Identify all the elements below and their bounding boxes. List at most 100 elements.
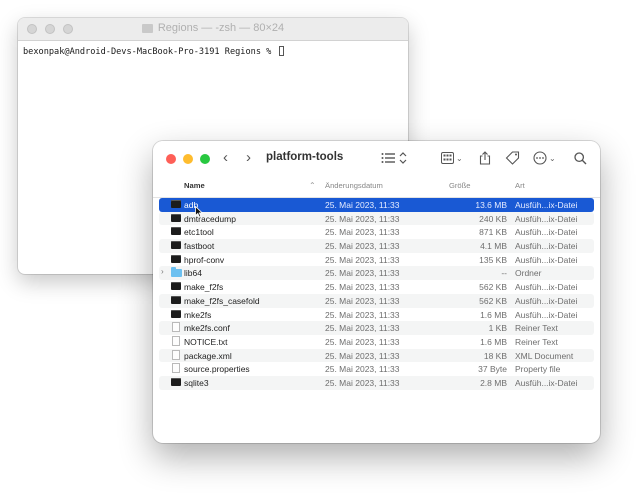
- finder-toolbar: ‹ › platform-tools ⌄ ⌄: [153, 141, 600, 175]
- file-list: adb 25. Mai 2023, 11:33 13.6 MB Ausfüh...ix…: [159, 198, 594, 390]
- file-date: 25. Mai 2023, 11:33: [325, 268, 400, 279]
- finder-window-controls: [166, 154, 210, 164]
- file-kind: Ausfüh...ix-Datei: [515, 213, 578, 224]
- close-button[interactable]: [166, 154, 176, 164]
- file-name: source.properties: [184, 364, 250, 375]
- group-button[interactable]: ⌄: [441, 149, 463, 167]
- folder-title: platform-tools: [266, 151, 344, 163]
- folder-icon: [141, 23, 153, 33]
- grid-view-icon: [441, 152, 454, 164]
- file-date: 25. Mai 2023, 11:33: [325, 336, 400, 347]
- file-row[interactable]: adb 25. Mai 2023, 11:33 13.6 MB Ausfüh...ix…: [159, 198, 594, 212]
- file-row[interactable]: etc1tool 25. Mai 2023, 11:33 871 KB Ausfüh.…: [159, 225, 594, 239]
- finder-window[interactable]: ‹ › platform-tools ⌄ ⌄ Name ⌃ Änderungsd…: [153, 141, 600, 443]
- document-icon: [171, 335, 180, 347]
- document-icon: [171, 363, 180, 374]
- file-date: 25. Mai 2023, 11:33: [325, 213, 400, 224]
- file-name: make_f2fs: [184, 282, 224, 293]
- document-icon: [171, 322, 180, 333]
- file-row[interactable]: mke2fs.conf 25. Mai 2023, 11:33 1 KB Reiner…: [159, 321, 594, 335]
- file-row[interactable]: make_f2fs 25. Mai 2023, 11:33 562 KB Ausfüh…: [159, 280, 594, 294]
- file-size: 135 KB: [479, 254, 507, 265]
- file-size: 562 KB: [479, 282, 507, 293]
- file-name: etc1tool: [184, 227, 214, 238]
- file-row[interactable]: make_f2fs_casefold 25. Mai 2023, 11:33 562…: [159, 293, 594, 308]
- file-name: dmtracedump: [184, 213, 236, 224]
- file-name: mke2fs.conf: [184, 323, 230, 334]
- column-header-date[interactable]: Änderungsdatum: [325, 181, 383, 190]
- view-options-button[interactable]: [381, 149, 407, 167]
- file-row[interactable]: sqlite3 25. Mai 2023, 11:33 2.8 MB Ausfüh..…: [159, 375, 594, 390]
- exec-icon: [171, 309, 181, 318]
- file-name: sqlite3: [184, 377, 209, 388]
- exec-icon: [171, 377, 181, 386]
- terminal-title-text: Regions — -zsh — 80×24: [157, 22, 285, 34]
- file-kind: Ausfüh...ix-Datei: [515, 295, 578, 306]
- column-header-size[interactable]: Größe: [449, 181, 471, 190]
- file-date: 25. Mai 2023, 11:33: [325, 309, 400, 320]
- file-size: 1 KB: [488, 323, 507, 334]
- file-name: package.xml: [184, 350, 232, 361]
- share-icon: [479, 151, 491, 165]
- file-row[interactable]: hprof-conv 25. Mai 2023, 11:33 135 KB Ausfü…: [159, 253, 594, 267]
- share-button[interactable]: [479, 149, 491, 167]
- file-row[interactable]: mke2fs 25. Mai 2023, 11:33 1.6 MB Ausfüh...…: [159, 308, 594, 322]
- forward-button[interactable]: ›: [246, 150, 251, 166]
- file-name: mke2fs: [184, 309, 212, 320]
- file-name: lib64: [184, 268, 202, 279]
- tag-button[interactable]: [505, 149, 520, 167]
- file-name: hprof-conv: [184, 254, 225, 265]
- column-header-row: Name ⌃ Änderungsdatum Größe Art: [153, 175, 600, 198]
- file-size: 4.1 MB: [480, 241, 507, 252]
- file-date: 25. Mai 2023, 11:33: [325, 241, 400, 252]
- file-date: 25. Mai 2023, 11:33: [325, 364, 400, 375]
- exec-icon: [171, 200, 181, 208]
- exec-icon: [171, 254, 181, 263]
- file-kind: Reiner Text: [515, 336, 558, 347]
- file-kind: Ausfüh...ix-Datei: [515, 282, 578, 293]
- file-row[interactable]: dmtracedump 25. Mai 2023, 11:33 240 KB Ausf…: [159, 211, 594, 226]
- file-size: 2.8 MB: [480, 377, 507, 388]
- search-button[interactable]: [574, 149, 587, 167]
- file-date: 25. Mai 2023, 11:33: [325, 200, 400, 210]
- file-date: 25. Mai 2023, 11:33: [325, 323, 400, 334]
- back-button[interactable]: ‹: [223, 150, 228, 166]
- file-row[interactable]: source.properties 25. Mai 2023, 11:33 37 B…: [159, 362, 594, 376]
- file-size: 37 Byte: [478, 364, 507, 375]
- more-actions-button[interactable]: ⌄: [533, 149, 556, 167]
- file-size: 562 KB: [479, 295, 507, 306]
- chevron-down-icon: ⌄: [549, 153, 556, 163]
- column-header-kind[interactable]: Art: [515, 181, 525, 190]
- file-row[interactable]: package.xml 25. Mai 2023, 11:33 18 KB XML D…: [159, 348, 594, 363]
- file-size: 13.6 MB: [475, 200, 507, 210]
- mouse-pointer-icon: [195, 206, 203, 218]
- file-size: 18 KB: [483, 350, 507, 361]
- exec-icon: [171, 295, 181, 304]
- minimize-button[interactable]: [183, 154, 193, 164]
- ellipsis-circle-icon: [533, 151, 547, 165]
- terminal-content[interactable]: bexonpak@Android-Devs-MacBook-Pro-3191 R…: [18, 41, 408, 62]
- column-header-name[interactable]: Name: [184, 181, 205, 190]
- terminal-title: Regions — -zsh — 80×24: [18, 22, 408, 34]
- file-kind: Ausfüh...ix-Datei: [515, 227, 578, 238]
- file-row[interactable]: fastboot 25. Mai 2023, 11:33 4.1 MB Ausfüh.…: [159, 239, 594, 253]
- document-icon: [171, 349, 180, 361]
- file-size: --: [501, 268, 507, 279]
- file-date: 25. Mai 2023, 11:33: [325, 377, 400, 388]
- sort-ascending-icon: ⌃: [309, 181, 316, 190]
- file-row[interactable]: NOTICE.txt 25. Mai 2023, 11:33 1.6 MB Reine…: [159, 335, 594, 349]
- sort-arrows-icon: [399, 152, 407, 164]
- exec-icon: [171, 282, 181, 291]
- zoom-button[interactable]: [200, 154, 210, 164]
- file-size: 871 KB: [479, 227, 507, 238]
- disclosure-triangle-icon[interactable]: ›: [161, 267, 164, 276]
- file-date: 25. Mai 2023, 11:33: [325, 295, 400, 306]
- exec-icon: [171, 241, 181, 250]
- file-date: 25. Mai 2023, 11:33: [325, 350, 400, 361]
- terminal-cursor: [278, 46, 284, 56]
- file-name: fastboot: [184, 241, 215, 252]
- file-row[interactable]: › lib64 25. Mai 2023, 11:33 -- Ordner: [159, 266, 594, 281]
- file-kind: Ausfüh...ix-Datei: [515, 254, 578, 265]
- terminal-titlebar[interactable]: Regions — -zsh — 80×24: [18, 18, 408, 41]
- file-kind: Property file: [515, 364, 561, 375]
